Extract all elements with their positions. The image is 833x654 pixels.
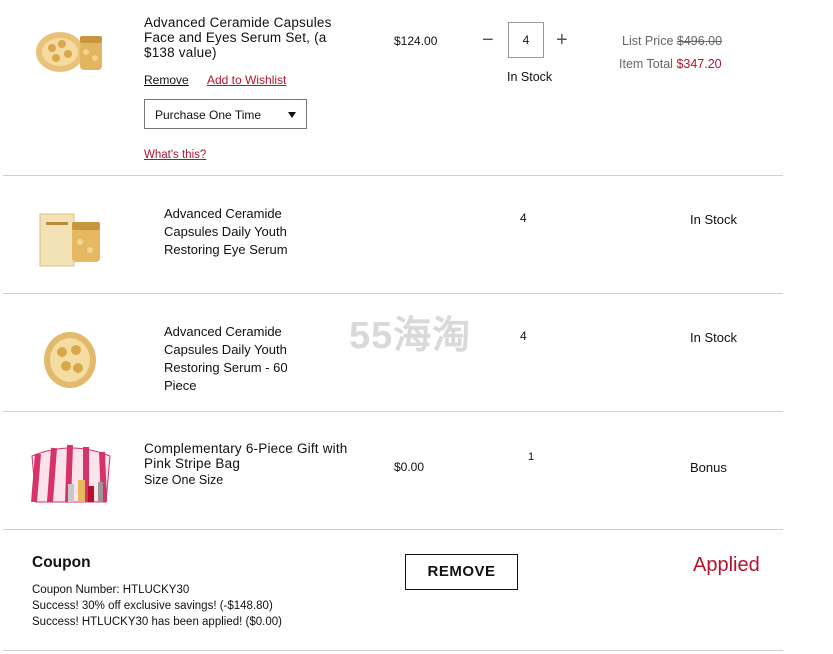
product-image-gift-bag <box>31 444 111 503</box>
list-price: List Price $496.00 <box>622 34 722 48</box>
remove-link[interactable]: Remove <box>144 73 189 87</box>
product-title[interactable]: Advanced Ceramide Capsules Daily Youth R… <box>164 205 304 259</box>
purchase-option-select[interactable]: Purchase One Time <box>144 99 307 129</box>
product-image-eye-serum <box>39 213 100 267</box>
item-total-value: $347.20 <box>676 57 722 71</box>
bonus-status: Bonus <box>690 460 727 475</box>
watermark: 55海淘 <box>349 315 472 357</box>
coupon-success-applied: Success! HTLUCKY30 has been applied! ($0… <box>32 616 282 628</box>
quantity-decrease-button[interactable]: − <box>482 30 494 50</box>
quantity-increase-button[interactable]: + <box>556 30 568 50</box>
product-title[interactable]: Complementary 6-Piece Gift with Pink Str… <box>144 441 354 471</box>
quantity-value: 4 <box>520 211 527 225</box>
unit-price: $0.00 <box>394 460 425 474</box>
coupon-applied-status: Applied <box>693 554 760 576</box>
stock-status: In Stock <box>507 70 553 84</box>
stock-status: In Stock <box>690 212 737 227</box>
list-price-label: List Price <box>622 34 674 48</box>
coupon-heading: Coupon <box>32 554 91 571</box>
divider <box>3 411 783 412</box>
divider <box>3 529 783 530</box>
divider <box>3 650 783 651</box>
chevron-down-icon <box>288 112 296 118</box>
product-image-ceramide-set <box>36 32 102 72</box>
list-price-value: $496.00 <box>676 34 723 48</box>
whats-this-link[interactable]: What's this? <box>144 149 206 161</box>
coupon-remove-button[interactable]: REMOVE <box>405 554 518 590</box>
divider <box>3 293 783 294</box>
product-size: Size One Size <box>144 473 224 487</box>
item-total: Item Total $347.20 <box>619 57 722 71</box>
stock-status: In Stock <box>690 330 737 345</box>
product-title[interactable]: Advanced Ceramide Capsules Daily Youth R… <box>164 323 304 395</box>
coupon-success-savings: Success! 30% off exclusive savings! (-$1… <box>32 600 273 612</box>
product-image-serum-60 <box>44 332 96 388</box>
quantity-input[interactable]: 4 <box>508 22 544 58</box>
coupon-number: Coupon Number: HTLUCKY30 <box>32 584 190 596</box>
product-title[interactable]: Advanced Ceramide Capsules Face and Eyes… <box>144 15 344 60</box>
add-to-wishlist-link[interactable]: Add to Wishlist <box>207 73 286 87</box>
divider <box>3 175 783 176</box>
unit-price: $124.00 <box>394 34 438 48</box>
quantity-value: 1 <box>528 451 535 463</box>
item-total-label: Item Total <box>619 57 673 71</box>
purchase-option-value: Purchase One Time <box>155 108 262 122</box>
quantity-value: 4 <box>520 329 527 343</box>
